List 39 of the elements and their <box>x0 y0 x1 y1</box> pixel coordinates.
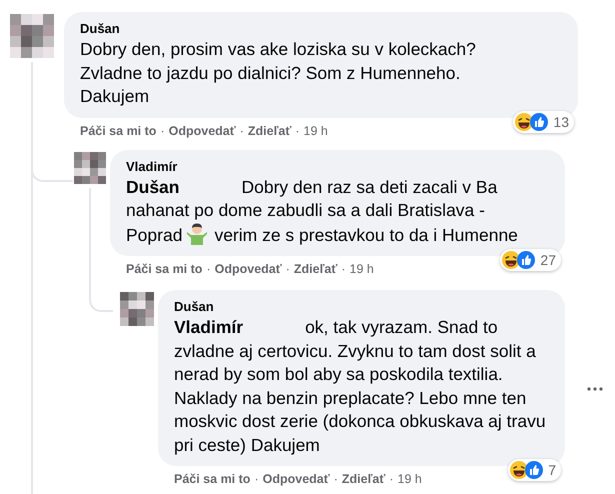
comment-author[interactable]: Dušan <box>174 298 551 315</box>
reaction-badge[interactable]: 13 <box>513 110 574 132</box>
action-link[interactable]: Páči sa mi to <box>126 262 202 276</box>
mention-link[interactable]: Dušan <box>126 176 180 196</box>
shrugging-person-icon <box>186 222 208 244</box>
action-link[interactable]: Odpovedať <box>214 262 282 276</box>
action-link[interactable]: Páči sa mi to <box>174 472 250 486</box>
comment-text: Dušan Dobry den raz sa deti zacali v Ba nahanat po dome zabudli sa a dali Bratislava - Poprad verim ze s prestavkou to da i Humenne <box>126 176 519 247</box>
action-link[interactable]: Páči sa mi to <box>80 124 156 138</box>
thumbs-up-icon <box>530 112 548 130</box>
separator-dot: · <box>389 472 394 486</box>
comment-text: Vladimír ok, tak vyrazam. Snad to zvladne aj certovicu. Zvyknu to tam dost solit a nerad by som bol aby sa poskodila textilia. Naklady na benzin preplacate? Lebo mne ten moskvic dost zerie (dokonca obkuskava aj travu pri ceste) Dakujem <box>174 316 546 457</box>
reaction-count: 7 <box>548 462 556 478</box>
mention-link[interactable]: Vladimír <box>174 317 244 337</box>
reaction-count: 27 <box>540 252 556 268</box>
action-link[interactable]: Zdieľať <box>342 472 386 486</box>
action-link[interactable]: Zdieľať <box>248 124 292 138</box>
comment-author[interactable]: Vladimír <box>126 158 551 174</box>
comment-time[interactable]: 19 h <box>398 472 422 486</box>
action-link[interactable]: Zdieľať <box>294 262 338 276</box>
reaction-badge[interactable]: 7 <box>508 459 561 481</box>
comment-time[interactable]: 19 h <box>304 124 328 138</box>
action-link[interactable]: Odpovedať <box>168 124 236 138</box>
thumbs-up-icon <box>517 251 536 269</box>
thumbs-up-icon <box>525 461 544 479</box>
comment-text: Dobry den, prosim vas ake loziska su v koleckach? Zvladne to jazdu po dialnici? Som z Humenneho. Dakujem <box>80 38 477 108</box>
separator-dot: · <box>295 124 300 138</box>
reaction-badge[interactable]: 27 <box>500 249 561 271</box>
separator-dot: · <box>240 124 244 138</box>
comment-author[interactable]: Dušan <box>80 20 564 37</box>
separator-dot: · <box>286 262 290 276</box>
comment-time[interactable]: 19 h <box>350 262 374 276</box>
separator-dot: · <box>254 472 259 486</box>
separator-dot: · <box>341 262 346 276</box>
separator-dot: · <box>206 262 211 276</box>
separator-dot: · <box>334 472 338 486</box>
action-link[interactable]: Odpovedať <box>262 472 330 486</box>
reaction-count: 13 <box>553 114 569 130</box>
separator-dot: · <box>160 124 165 138</box>
